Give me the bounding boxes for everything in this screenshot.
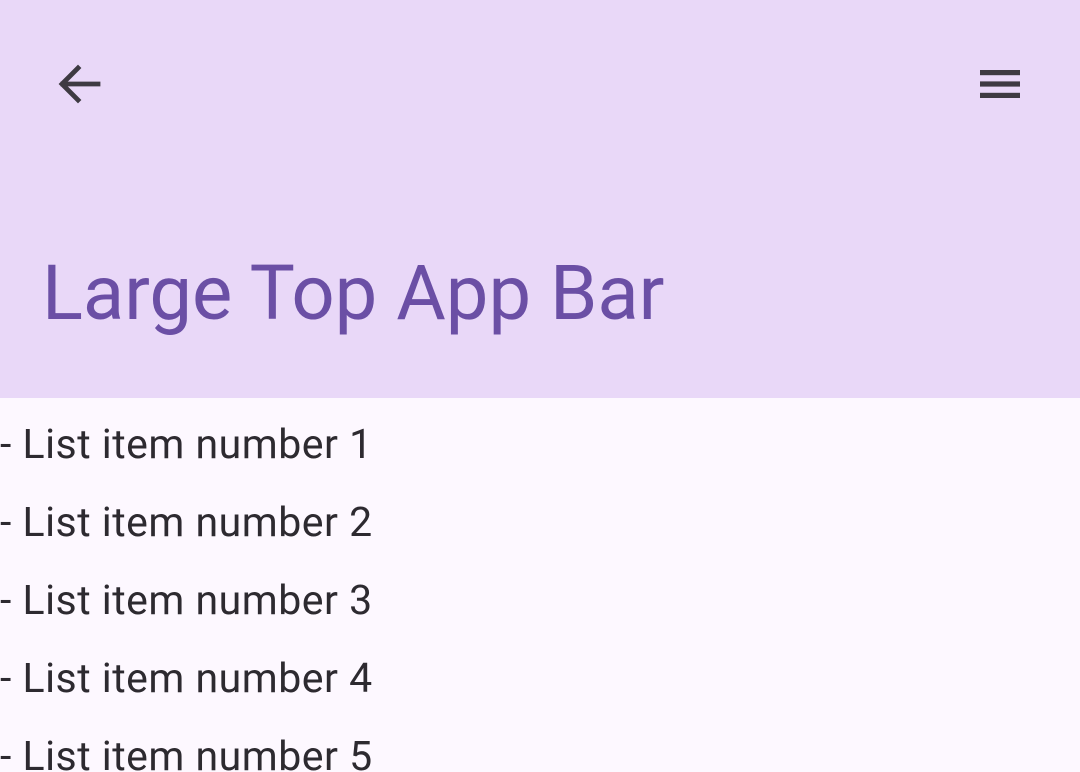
- list-item: - List item number 5: [0, 718, 1080, 772]
- list-item: - List item number 4: [0, 640, 1080, 718]
- back-button[interactable]: [48, 52, 112, 116]
- list-item: - List item number 3: [0, 562, 1080, 640]
- menu-icon: [976, 60, 1024, 108]
- large-top-app-bar: Large Top App Bar: [0, 0, 1080, 398]
- appbar-title: Large Top App Bar: [42, 248, 664, 338]
- list-item: - List item number 2: [0, 484, 1080, 562]
- menu-button[interactable]: [968, 52, 1032, 116]
- arrow-back-icon: [56, 60, 104, 108]
- appbar-top-row: [0, 0, 1080, 168]
- list-item: - List item number 1: [0, 406, 1080, 484]
- content-list[interactable]: - List item number 1 - List item number …: [0, 398, 1080, 772]
